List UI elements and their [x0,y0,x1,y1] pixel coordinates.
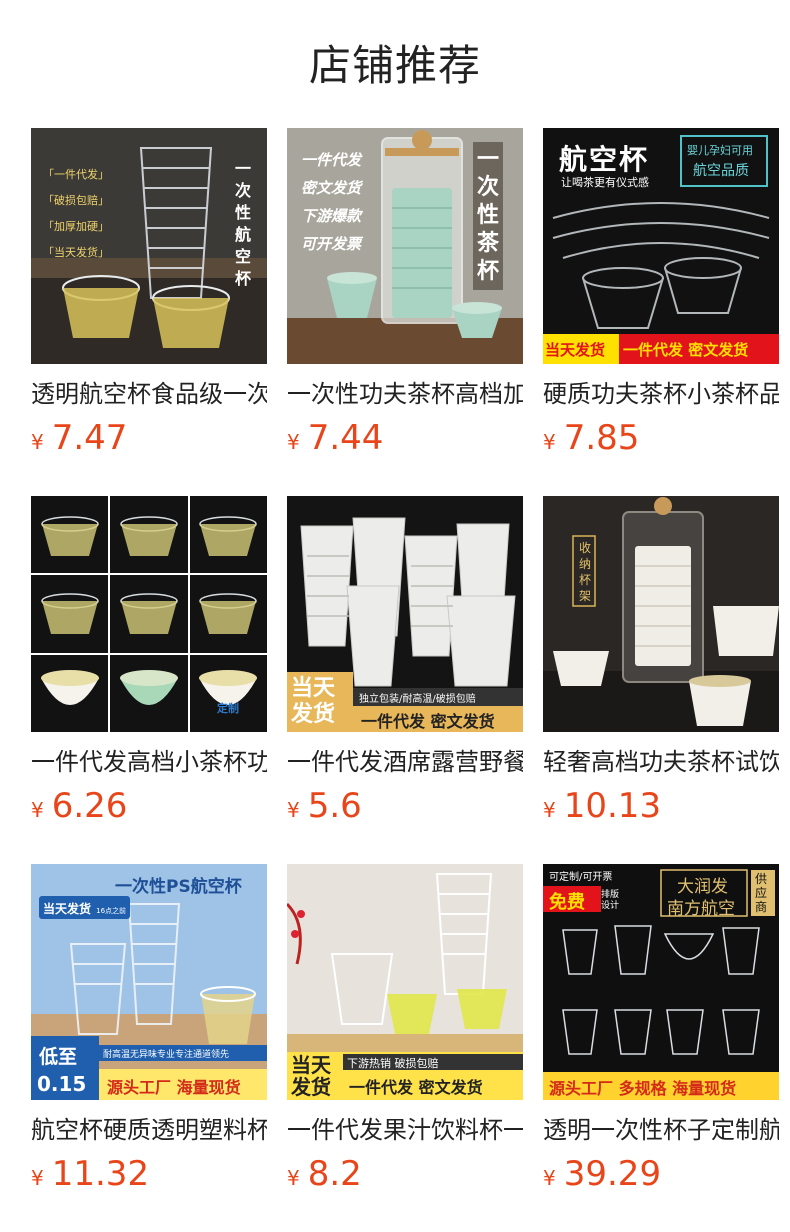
product-image[interactable]: 定制 [31,496,267,732]
image-badge: 当天发货 16点之前 [39,896,131,919]
product-image[interactable]: 当天发货 下游热销 破损包赔 一件代发 密文发货 [287,864,523,1100]
image-vertical-text: 收 纳 杯 架 [578,541,591,603]
product-name[interactable]: 一件代发高档小茶杯功夫 [31,744,267,780]
product-name[interactable]: 硬质功夫茶杯小茶杯品茗 [543,376,779,412]
image-vertical-text: 一 次 性 茶 杯 [473,142,503,290]
image-footer: 源头工厂 多规格 海量现货 [549,1079,737,1098]
product-price: ¥5.6 [287,784,362,828]
image-badge: 婴儿孕妇可用 [687,144,753,157]
product-price: ¥7.47 [31,416,127,460]
image-low-price: 低至 [39,1046,78,1068]
image-line: 源头工厂 海量现货 [107,1078,241,1097]
currency-symbol: ¥ [543,1166,556,1190]
image-vertical-text: 一 次 性 航 空 杯 [234,159,251,288]
product-card[interactable]: 定制 一件代发高档小茶杯功夫 ¥6.26 [31,496,267,831]
currency-symbol: ¥ [31,1166,44,1190]
image-badge: 当天发货 [291,676,336,727]
image-footer: 当天发货 [545,341,606,359]
product-price: ¥8.2 [287,1152,362,1196]
page-title: 店铺推荐 [308,41,481,90]
image-line: 一件代发 密文发货 [361,712,495,731]
price-value: 7.85 [563,418,640,458]
product-price: ¥7.44 [287,416,383,460]
product-card[interactable]: 「一件代发」 「破损包赔」 「加厚加硬」 「当天发货」 一 次 性 航 空 杯 … [31,128,267,463]
product-price: ¥10.13 [543,784,661,828]
product-name[interactable]: 一件代发果汁饮料杯一次性 [287,1112,523,1148]
product-price: ¥7.85 [543,416,639,460]
image-badge: 当天发货 [291,1053,331,1099]
currency-symbol: ¥ [287,430,300,454]
product-image[interactable]: 一次性PS航空杯 当天发货 16点之前 低至 0.15 耐高温无异味专业专注通道… [31,864,267,1100]
product-name[interactable]: 一件代发酒席露营野餐杯 [287,744,523,780]
product-name[interactable]: 一次性功夫茶杯高档加厚 [287,376,523,412]
currency-symbol: ¥ [543,430,556,454]
image-line: 一件代发 密文发货 [349,1078,483,1097]
product-image[interactable]: 航空杯 让喝茶更有仪式感 婴儿孕妇可用 航空品质 当天发货 一件代发 密文发货 [543,128,779,364]
price-value: 6.26 [51,786,128,826]
product-card[interactable]: 可定制/可开票 免费 排版设计 大润发 南方航空 供应商 源头工厂 多规格 海量… [543,864,779,1199]
image-tags: 「一件代发」 「破损包赔」 「加厚加硬」 「当天发货」 [43,168,109,259]
product-price: ¥11.32 [31,1152,149,1196]
image-footer: 一件代发 密文发货 [623,341,749,359]
image-free: 排版设计 [601,890,620,911]
price-value: 39.29 [563,1154,662,1194]
image-low-price: 0.15 [37,1072,87,1096]
product-price: ¥6.26 [31,784,127,828]
image-top-text: 可定制/可开票 [549,872,613,883]
image-tag: 定制 [217,702,239,715]
image-tags: 一件代发 密文发货 下游爆款 可开发票 [301,151,362,253]
product-image[interactable]: 一件代发 密文发货 下游爆款 可开发票 一 次 性 茶 杯 [287,128,523,364]
image-free: 免费 [549,892,585,913]
image-line: 下游热销 破损包赔 [347,1057,439,1070]
image-supply: 供应商 [755,872,768,914]
product-card[interactable]: 航空杯 让喝茶更有仪式感 婴儿孕妇可用 航空品质 当天发货 一件代发 密文发货 … [543,128,779,463]
image-title: 一次性PS航空杯 [115,877,242,897]
price-value: 11.32 [51,1154,150,1194]
product-name[interactable]: 航空杯硬质透明塑料杯子 [31,1112,267,1148]
currency-symbol: ¥ [31,798,44,822]
product-price: ¥39.29 [543,1152,661,1196]
product-name[interactable]: 轻奢高档功夫茶杯试饮杯 [543,744,779,780]
image-badge: 航空品质 [693,163,749,179]
product-card[interactable]: 一件代发 密文发货 下游爆款 可开发票 一 次 性 茶 杯 一次性功夫茶杯高档加… [287,128,523,463]
currency-symbol: ¥ [287,1166,300,1190]
product-image[interactable]: 收 纳 杯 架 [543,496,779,732]
image-line: 耐高温无异味专业专注通道领先 [103,1050,230,1060]
image-line: 独立包装/耐高温/破损包赔 [359,694,476,705]
product-name[interactable]: 透明一次性杯子定制航空杯 [543,1112,779,1148]
product-card[interactable]: 收 纳 杯 架 轻奢高档功夫茶杯试饮杯 ¥10.13 [543,496,779,831]
currency-symbol: ¥ [543,798,556,822]
price-value: 7.47 [51,418,128,458]
image-title: 航空杯 [559,143,650,176]
price-value: 10.13 [563,786,662,826]
product-card[interactable]: 当天发货 下游热销 破损包赔 一件代发 密文发货 一件代发果汁饮料杯一次性 ¥8… [287,864,523,1199]
product-name[interactable]: 透明航空杯食品级一次性 [31,376,267,412]
product-image[interactable]: 可定制/可开票 免费 排版设计 大润发 南方航空 供应商 源头工厂 多规格 海量… [543,864,779,1100]
price-value: 7.44 [307,418,384,458]
product-card[interactable]: 一次性PS航空杯 当天发货 16点之前 低至 0.15 耐高温无异味专业专注通道… [31,864,267,1199]
product-image[interactable]: 「一件代发」 「破损包赔」 「加厚加硬」 「当天发货」 一 次 性 航 空 杯 [31,128,267,364]
price-value: 5.6 [307,786,362,826]
price-value: 8.2 [307,1154,362,1194]
currency-symbol: ¥ [31,430,44,454]
image-brand: 南方航空 [667,899,735,919]
image-subtitle: 让喝茶更有仪式感 [561,176,649,189]
product-card[interactable]: 当天发货 独立包装/耐高温/破损包赔 一件代发 密文发货 一件代发酒席露营野餐杯… [287,496,523,831]
currency-symbol: ¥ [287,798,300,822]
product-image[interactable]: 当天发货 独立包装/耐高温/破损包赔 一件代发 密文发货 [287,496,523,732]
